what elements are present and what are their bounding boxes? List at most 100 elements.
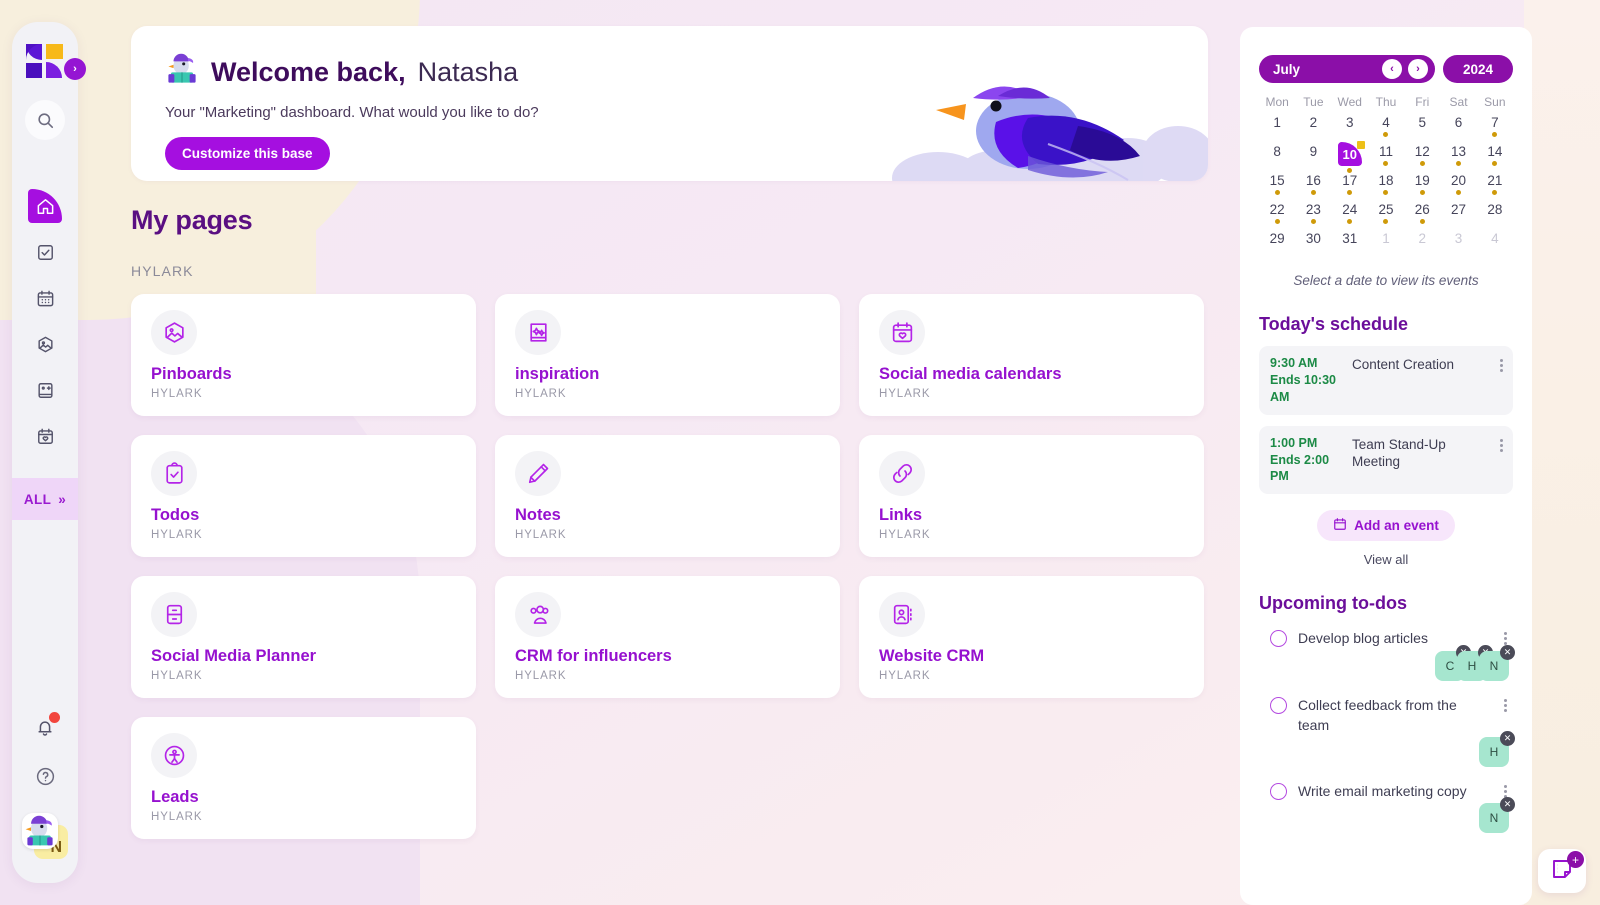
page-card[interactable]: Notes HYLARK [495, 435, 840, 557]
page-card[interactable]: Social Media Planner HYLARK [131, 576, 476, 698]
schedule-event[interactable]: 9:30 AM Ends 10:30 AM Content Creation [1259, 346, 1513, 415]
sidebar-expand-button[interactable]: › [64, 58, 86, 80]
page-card[interactable]: Links HYLARK [859, 435, 1204, 557]
user-avatar[interactable]: N [22, 813, 68, 859]
calendar-day[interactable]: 8 [1259, 144, 1295, 173]
calendar-month-label: July [1273, 61, 1301, 77]
sidebar-item-home[interactable] [12, 186, 78, 226]
todo-tag-list: C✕H✕N✕ [1259, 644, 1515, 681]
search-icon[interactable] [25, 100, 65, 140]
calendar-day-number: 9 [1309, 144, 1318, 159]
calendar-next-icon[interactable]: › [1408, 59, 1428, 79]
page-card[interactable]: Leads HYLARK [131, 717, 476, 839]
calendar-event-dot [1419, 219, 1425, 224]
page-card-title: Social media calendars [879, 365, 1062, 383]
calendar-day[interactable]: 20 [1440, 173, 1476, 202]
clipboard-check-icon [151, 451, 197, 496]
calendar-year-selector[interactable]: 2024 [1443, 55, 1513, 83]
calendar-day[interactable]: 3 [1440, 231, 1476, 260]
calendar-day[interactable]: 11 [1368, 144, 1404, 173]
calendar-day[interactable]: 19 [1404, 173, 1440, 202]
todo-menu-icon[interactable] [1497, 781, 1513, 799]
todo-tag-chip[interactable]: N ✕ [1479, 797, 1515, 834]
calendar-day[interactable]: 25 [1368, 202, 1404, 231]
todo-checkbox[interactable] [1270, 783, 1287, 801]
hylark-logo[interactable]: › [26, 44, 86, 80]
calendar-day[interactable]: 26 [1404, 202, 1440, 231]
calendar-day[interactable]: 27 [1440, 202, 1476, 231]
calendar-day[interactable]: 15 [1259, 173, 1295, 202]
calendar-day[interactable]: 23 [1295, 202, 1331, 231]
sidebar-item-calendar[interactable] [12, 278, 78, 318]
todo-tag-list: N ✕ [1259, 797, 1515, 834]
calendar-day[interactable]: 24 [1332, 202, 1368, 231]
page-card[interactable]: Pinboards HYLARK [131, 294, 476, 416]
calendar-day-number: 10 [1337, 142, 1362, 166]
calendar-day[interactable]: 2 [1404, 231, 1440, 260]
calendar-day[interactable]: 4 [1477, 231, 1513, 260]
calendar-event-dot [1419, 161, 1425, 166]
calendar-day[interactable]: 31 [1332, 231, 1368, 260]
sidebar-item-todos[interactable] [12, 232, 78, 272]
calendar-day[interactable]: 13 [1440, 144, 1476, 173]
calendar-month-selector[interactable]: July ‹ › [1259, 55, 1435, 83]
view-all-link[interactable]: View all [1259, 552, 1513, 567]
add-event-button[interactable]: Add an event [1317, 510, 1455, 542]
calendar-day[interactable]: 4 [1368, 115, 1404, 144]
page-card[interactable]: Website CRM HYLARK [859, 576, 1204, 698]
calendar-day[interactable]: 3 [1332, 115, 1368, 144]
calendar-day[interactable]: 1 [1259, 115, 1295, 144]
help-circle-icon[interactable] [30, 761, 60, 791]
calendar-day[interactable]: 9 [1295, 144, 1331, 173]
calendar-day-number: 1 [1382, 231, 1390, 246]
calendar-day[interactable]: 12 [1404, 144, 1440, 173]
calendar-day-number: 3 [1454, 231, 1463, 246]
calendar-day[interactable]: 28 [1477, 202, 1513, 231]
page-card[interactable]: Social media calendars HYLARK [859, 294, 1204, 416]
calendar-day-number: 22 [1269, 202, 1285, 217]
calendar-day[interactable]: 14 [1477, 144, 1513, 173]
calendar-day-number: 31 [1342, 231, 1358, 246]
calendar-day[interactable]: 17 [1332, 173, 1368, 202]
sidebar-all-button[interactable]: ALL » [12, 478, 78, 520]
calendar-day[interactable]: 10 [1332, 141, 1368, 173]
todo-item: Collect feedback from the team H ✕ [1259, 695, 1515, 768]
calendar-day[interactable]: 6 [1440, 115, 1476, 144]
calendar-day[interactable]: 1 [1368, 231, 1404, 260]
calendar-day[interactable]: 7 [1477, 115, 1513, 144]
page-card[interactable]: CRM for influencers HYLARK [495, 576, 840, 698]
calendar-day[interactable]: 30 [1295, 231, 1331, 260]
close-icon[interactable]: ✕ [1500, 644, 1515, 660]
close-icon[interactable]: ✕ [1500, 797, 1515, 813]
todo-menu-icon[interactable] [1497, 695, 1513, 712]
todo-tag-chip[interactable]: N ✕ [1479, 644, 1515, 681]
calendar-day[interactable]: 16 [1295, 173, 1331, 202]
bell-icon[interactable] [28, 711, 62, 745]
schedule-event[interactable]: 1:00 PM Ends 2:00 PM Team Stand-Up Meeting [1259, 425, 1513, 495]
todo-tag-chip[interactable]: H✕ [1479, 731, 1515, 768]
sidebar-item-pinboards[interactable] [12, 324, 78, 364]
schedule-event-menu-icon[interactable] [1493, 435, 1509, 452]
calendar-day[interactable]: 21 [1477, 173, 1513, 202]
page-card-subtitle: HYLARK [515, 388, 567, 400]
page-card[interactable]: inspiration HYLARK [495, 294, 840, 416]
calendar-day-number: 11 [1378, 144, 1393, 159]
todos-list: Develop blog articlesC✕H✕N✕Collect feedb… [1259, 628, 1515, 834]
sidebar-item-notes[interactable] [12, 370, 78, 410]
todo-checkbox[interactable] [1270, 696, 1287, 714]
schedule-event-menu-icon[interactable] [1493, 355, 1509, 372]
page-card-title: Todos [151, 506, 200, 524]
todo-checkbox[interactable] [1270, 630, 1287, 648]
calendar-prev-icon[interactable]: ‹ [1382, 59, 1402, 79]
todo-menu-icon[interactable] [1497, 628, 1513, 646]
quick-note-button[interactable]: + [1538, 849, 1586, 893]
close-icon[interactable]: ✕ [1500, 731, 1515, 747]
calendar-day[interactable]: 5 [1404, 115, 1440, 144]
page-card[interactable]: Todos HYLARK [131, 435, 476, 557]
calendar-day[interactable]: 18 [1368, 173, 1404, 202]
calendar-day[interactable]: 2 [1295, 115, 1331, 144]
calendar-day[interactable]: 29 [1259, 231, 1295, 260]
sidebar-item-events[interactable] [12, 416, 78, 456]
customize-base-button[interactable]: Customize this base [165, 137, 330, 170]
calendar-day[interactable]: 22 [1259, 202, 1295, 231]
